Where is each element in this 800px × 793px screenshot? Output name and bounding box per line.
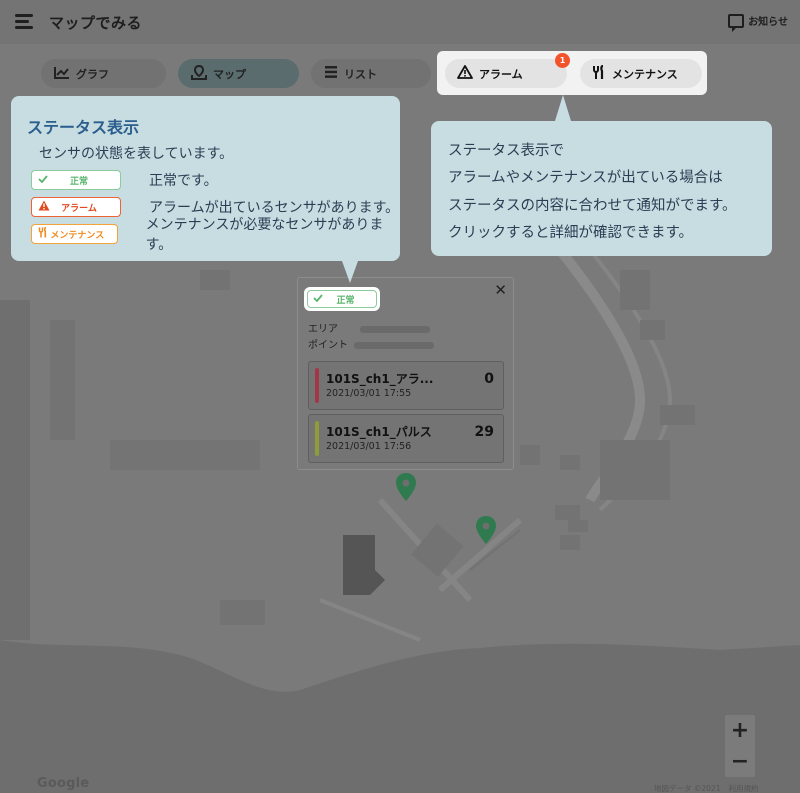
- sensor-status-stripe: [315, 421, 319, 456]
- list-icon: [324, 65, 338, 82]
- sensor-card[interactable]: 101S_ch1_パルス 2021/03/01 17:56 29: [308, 414, 504, 463]
- zoom-control: + −: [725, 715, 755, 777]
- legend-desc-maintenance: メンテナンスが必要なセンサがあります。: [145, 217, 384, 253]
- callout-line: アラームやメンテナンスが出ている場合は: [448, 170, 723, 186]
- status-badge-alarm: アラーム: [31, 197, 121, 217]
- notification-callout: ステータス表示で アラームやメンテナンスが出ている場合は ステータスの内容に合わ…: [431, 95, 772, 256]
- map-marker-icon[interactable]: [395, 472, 417, 502]
- status-legend-callout: ステータス表示 センサの状態を表しています。 正常 正常です。 アラーム アラー…: [11, 96, 400, 283]
- notice-button[interactable]: お知らせ: [728, 13, 788, 32]
- map-marker-icon[interactable]: [475, 515, 497, 545]
- sensor-card[interactable]: 101S_ch1_アラ... 2021/03/01 17:55 0: [308, 361, 504, 410]
- status-notification-box: アラーム 1 メンテナンス: [437, 51, 707, 95]
- legend-row-maintenance: メンテナンス メンテナンスが必要なセンサがあります。: [31, 217, 400, 253]
- alarm-label: アラーム: [479, 67, 523, 81]
- alarm-count-badge: 1: [555, 53, 570, 68]
- sensor-time: 2021/03/01 17:56: [326, 441, 412, 452]
- warning-icon: [38, 200, 50, 214]
- sensor-name: 101S_ch1_パルス: [326, 425, 432, 439]
- point-label: ポイント: [308, 340, 348, 351]
- close-icon[interactable]: ✕: [494, 281, 507, 299]
- point-row: ポイント: [308, 336, 434, 351]
- sensor-value: 0: [484, 371, 494, 387]
- top-bar: マップでみる お知らせ: [0, 0, 800, 44]
- tools-icon: [38, 226, 50, 241]
- tab-list[interactable]: リスト: [311, 59, 431, 88]
- callout-title: ステータス表示: [27, 118, 140, 137]
- menu-icon[interactable]: [15, 14, 35, 30]
- map-data-label: 地図データ ©2021: [654, 784, 721, 793]
- google-logo: Google: [37, 776, 90, 791]
- message-icon: [728, 13, 745, 32]
- callout-line: クリックすると詳細が確認できます。: [448, 225, 694, 241]
- check-icon: [313, 293, 325, 305]
- sensor-name: 101S_ch1_アラ...: [326, 372, 434, 386]
- tools-icon: [592, 64, 606, 83]
- popup-status-label: 正常: [336, 295, 355, 306]
- tab-list-label: リスト: [344, 67, 377, 81]
- legend-desc-normal: 正常です。: [149, 173, 218, 189]
- area-row: エリア: [308, 320, 430, 335]
- point-value-redacted: [354, 341, 434, 349]
- sensor-value: 29: [474, 424, 494, 440]
- tab-map[interactable]: マップ: [178, 59, 299, 88]
- status-badge-maintenance: メンテナンス: [31, 224, 118, 244]
- line-chart-icon: [54, 66, 70, 82]
- zoom-out-button[interactable]: −: [725, 746, 755, 777]
- notice-label: お知らせ: [748, 17, 788, 28]
- map-attribution: 地図データ ©2021 利用規約: [654, 783, 758, 793]
- maintenance-button[interactable]: メンテナンス: [580, 59, 702, 88]
- terms-link[interactable]: 利用規約: [728, 784, 758, 793]
- status-badge-normal: 正常: [31, 170, 121, 190]
- callout-line: ステータスの内容に合わせて通知がでます。: [448, 198, 737, 214]
- warning-icon: [457, 65, 473, 82]
- tab-graph-label: グラフ: [76, 67, 109, 81]
- area-value-redacted: [360, 325, 430, 333]
- tab-graph[interactable]: グラフ: [41, 59, 166, 88]
- sensor-time: 2021/03/01 17:55: [326, 388, 412, 399]
- popup-status-badge: 正常: [304, 287, 380, 311]
- page-title: マップでみる: [49, 13, 143, 32]
- zoom-in-button[interactable]: +: [725, 715, 755, 746]
- sensor-popup: 正常 ✕ エリア ポイント 101S_ch1_アラ... 2021/03/01 …: [297, 277, 514, 470]
- sensor-status-stripe: [315, 368, 319, 403]
- callout-subtitle: センサの状態を表しています。: [39, 146, 234, 162]
- callout-line: ステータス表示で: [448, 143, 564, 159]
- check-icon: [38, 174, 50, 186]
- alarm-button[interactable]: アラーム: [445, 59, 567, 88]
- maintenance-label: メンテナンス: [612, 67, 678, 81]
- legend-row-normal: 正常 正常です。: [31, 170, 218, 190]
- area-label: エリア: [308, 324, 338, 335]
- tab-map-label: マップ: [213, 67, 246, 81]
- map-pin-icon: [191, 64, 207, 83]
